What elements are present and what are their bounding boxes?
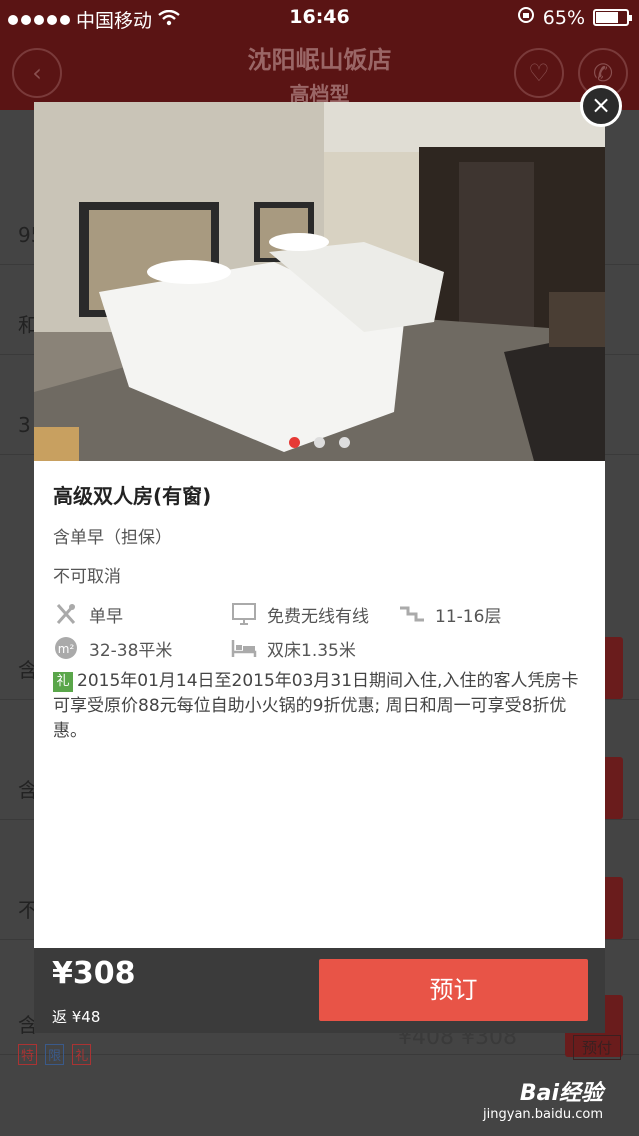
close-button[interactable]: × <box>580 85 622 127</box>
app-header: ‹ 沈阳岷山饭店 高档型 ♡ ✆ <box>0 36 639 110</box>
favorite-button[interactable]: ♡ <box>514 48 564 98</box>
status-bar: 中国移动 16:46 65% <box>0 0 639 36</box>
facility-internet: 免费无线有线 <box>231 602 399 627</box>
battery-icon <box>593 9 632 26</box>
promo-tags: 特 限 礼 <box>18 1044 94 1065</box>
facility-list: 单早 免费无线有线 11-16层 m² 32-38平米 双床1.35米 <box>53 597 593 665</box>
tag-limited: 限 <box>45 1044 65 1065</box>
area-icon: m² <box>53 636 79 660</box>
room-price: ¥308 <box>52 956 136 991</box>
watermark-brand: Bai经验 <box>519 1081 603 1106</box>
svg-text:m²: m² <box>58 642 75 656</box>
cancel-policy: 不可取消 <box>53 567 121 587</box>
utensils-icon <box>53 602 79 626</box>
stairs-icon <box>399 602 425 626</box>
tag-gift: 礼 <box>72 1044 92 1065</box>
photo-carousel-indicator[interactable] <box>34 437 605 448</box>
watermark-url: jingyan.baidu.com <box>483 1107 603 1122</box>
rotation-lock-icon <box>517 6 535 29</box>
facility-floor: 11-16层 <box>399 602 501 627</box>
promotion: 礼 2015年01月14日至2015年03月31日期间入住,入住的客人凭房卡可享受… <box>53 669 593 744</box>
breakfast-note: 含单早（担保） <box>53 528 172 548</box>
book-button[interactable]: 预订 <box>319 959 588 1021</box>
carousel-dot[interactable] <box>314 437 325 448</box>
prepay-tag: 预付 <box>572 1035 621 1060</box>
gift-tag: 礼 <box>53 672 73 692</box>
room-detail-modal: 高级双人房(有窗) 含单早（担保） 不可取消 单早 免费无线有线 11-16层 … <box>34 102 605 948</box>
facility-area: m² 32-38平米 <box>53 636 231 661</box>
room-photo[interactable] <box>34 102 605 461</box>
promotion-text: 2015年01月14日至2015年03月31日期间入住,入住的客人凭房卡可享受原… <box>53 671 579 741</box>
facility-bed: 双床1.35米 <box>231 636 356 661</box>
tag-special: 特 <box>18 1044 38 1065</box>
battery-percent: 65% <box>542 6 585 29</box>
carousel-dot[interactable] <box>339 437 350 448</box>
room-info: 高级双人房(有窗) 含单早（担保） 不可取消 单早 免费无线有线 11-16层 … <box>53 480 593 744</box>
facility-breakfast: 单早 <box>53 602 231 627</box>
bed-icon <box>231 636 257 660</box>
room-name: 高级双人房(有窗) <box>53 484 212 508</box>
booking-footer: ¥308 返 ¥48 预订 <box>34 948 605 1033</box>
cashback-amount: 返 ¥48 <box>52 1008 101 1026</box>
watermark: Bai经验 jingyan.baidu.com <box>483 1075 603 1122</box>
carousel-dot[interactable] <box>289 437 300 448</box>
computer-icon <box>231 602 257 626</box>
